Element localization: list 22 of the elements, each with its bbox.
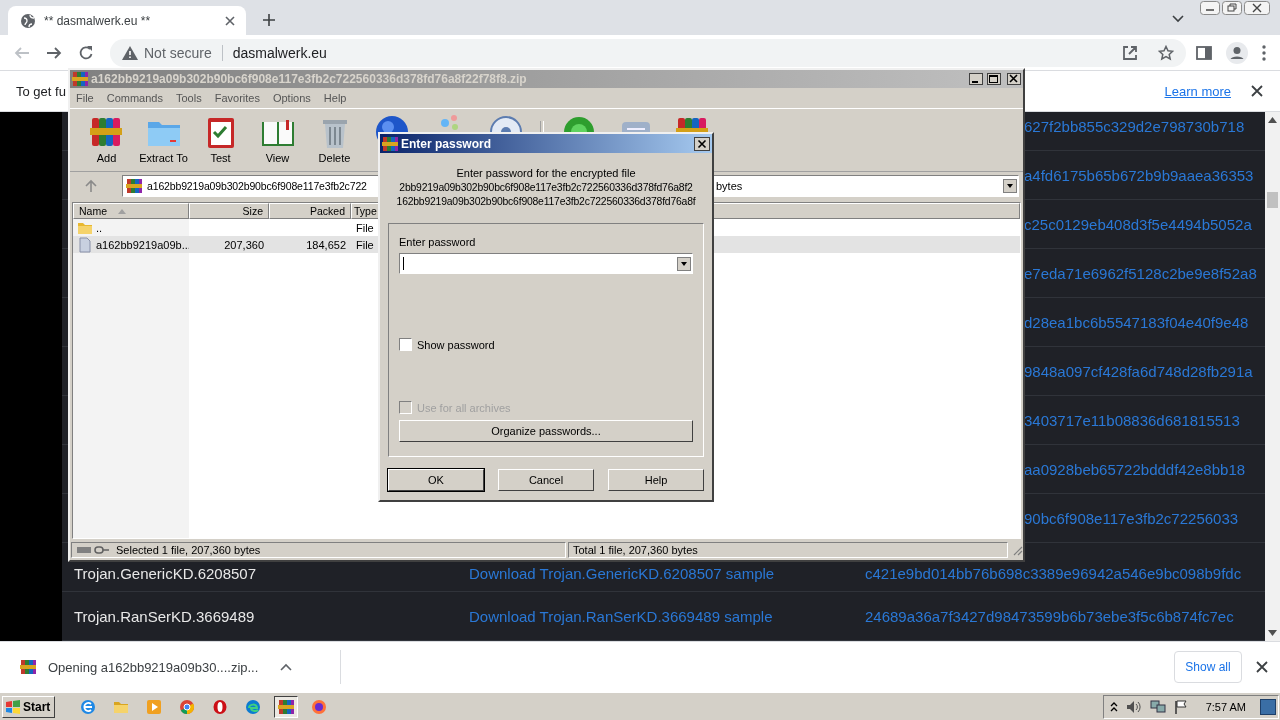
malware-name: Trojan.RanSerKD.3669489 bbox=[74, 607, 255, 625]
url-text: dasmalwerk.eu bbox=[232, 44, 327, 61]
checkbox-label: Show password bbox=[417, 338, 495, 351]
malware-name: Trojan.GenericKD.6208507 bbox=[74, 565, 257, 582]
security-label: Not secure bbox=[144, 44, 212, 61]
file-name: a162bb9219a09b... bbox=[96, 238, 189, 251]
file-name: .. bbox=[96, 221, 103, 234]
window-title: a162bb9219a09b302b90bc6f908e117e3fb2c722560336d378fd76a8f22f78f8.zip bbox=[91, 72, 527, 86]
tab-title: ** dasmalwerk.eu ** bbox=[44, 13, 152, 28]
table-cell: File bbox=[356, 221, 374, 234]
status-text: Total 1 file, 207,360 bytes bbox=[573, 544, 698, 556]
status-text: Selected 1 file, 207,360 bytes bbox=[116, 544, 261, 556]
dialog-title: Enter password bbox=[401, 136, 492, 151]
table-cell: 207,360 bbox=[224, 238, 264, 251]
path-text: bytes bbox=[716, 179, 743, 192]
path-text: a162bb9219a09b302b90bc6f908e117e3fb2c722 bbox=[147, 179, 367, 192]
clock: 7:57 AM bbox=[1205, 700, 1246, 713]
banner-text: To get fu bbox=[16, 83, 66, 99]
file-name: 2bb9219a09b302b90bc6f908e117e3fb2c722560336d378fd76a8f2 bbox=[398, 181, 694, 195]
field-label: Enter password bbox=[399, 236, 477, 248]
table-cell: 184,652 bbox=[306, 238, 346, 251]
table-cell: File bbox=[356, 238, 374, 251]
